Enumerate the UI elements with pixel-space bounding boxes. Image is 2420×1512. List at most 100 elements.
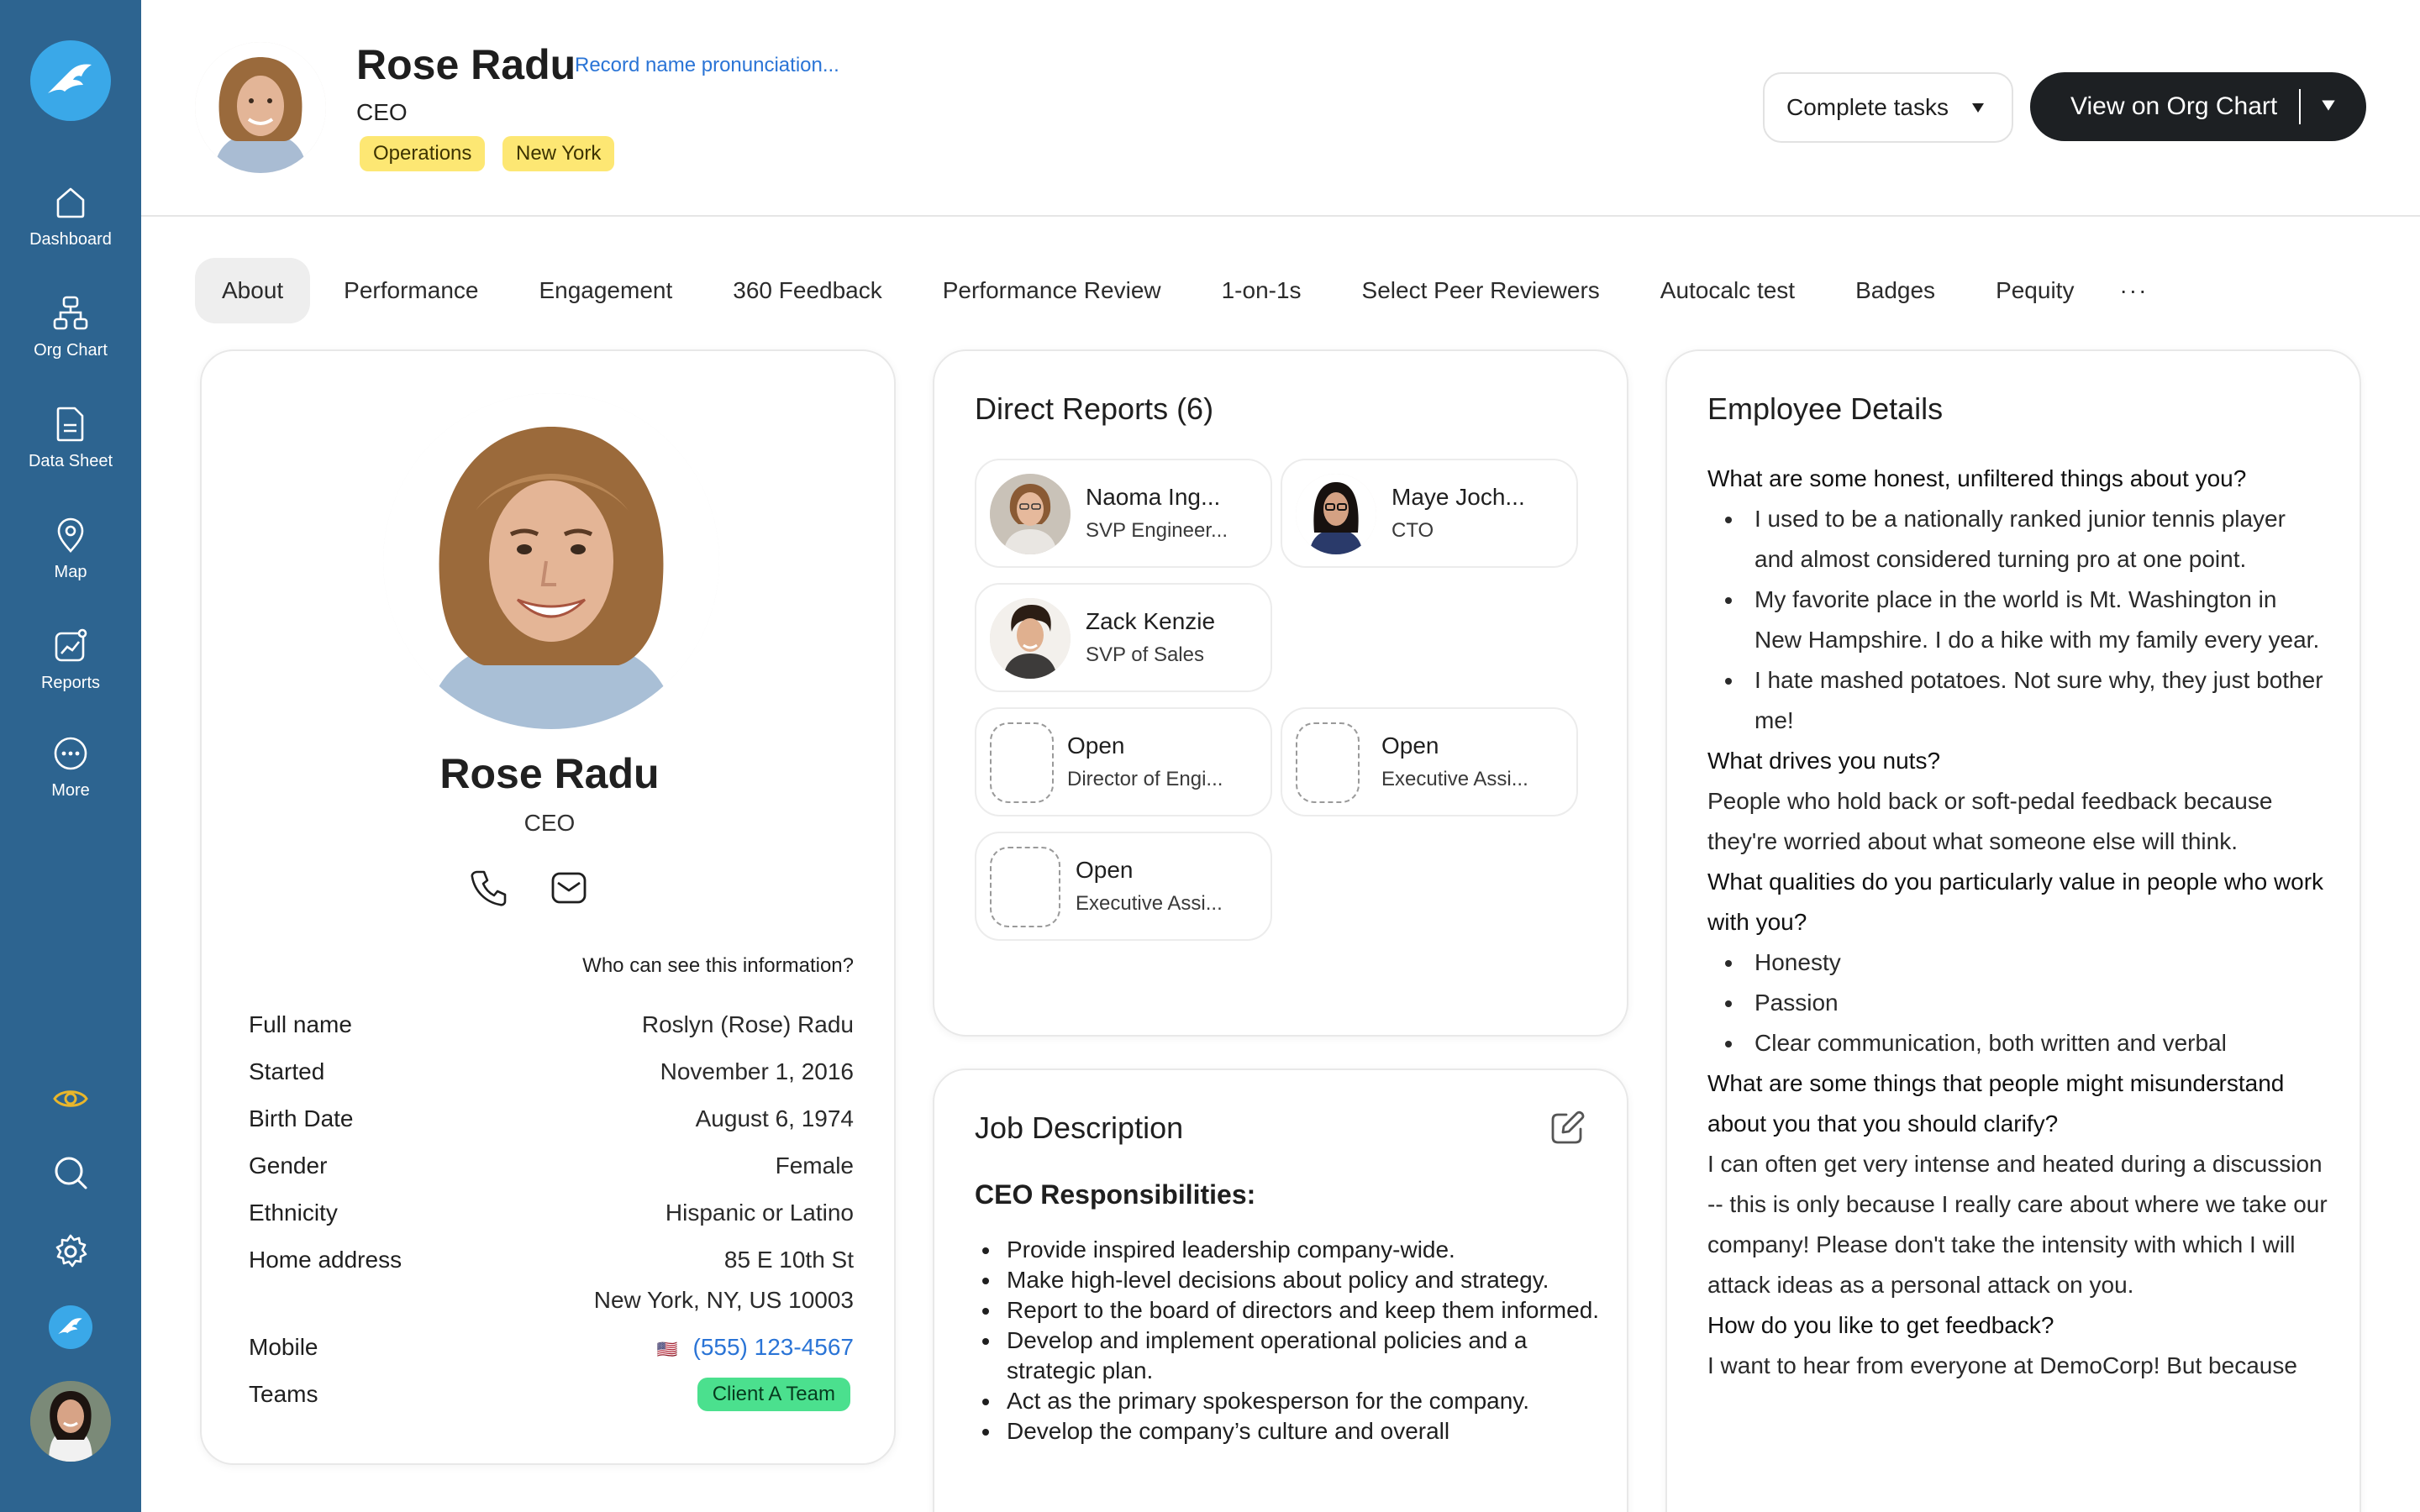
privacy-info-link[interactable]: Who can see this information? bbox=[582, 954, 854, 978]
question: What are some things that people might m… bbox=[1707, 1070, 2285, 1137]
report-role: SVP Engineer... bbox=[1086, 519, 1228, 542]
email-icon[interactable] bbox=[548, 867, 590, 909]
sidebar-item-data-sheet[interactable]: Data Sheet bbox=[0, 405, 141, 471]
employee-name: Rose Radu bbox=[356, 41, 576, 88]
home-icon bbox=[56, 187, 85, 218]
reports-icon bbox=[55, 628, 87, 662]
open-position-card[interactable]: Open Director of Engi... bbox=[975, 707, 1272, 816]
direct-reports-card: Direct Reports (6) Naoma Ing... SVP Engi… bbox=[933, 349, 1628, 1037]
caret-down-icon[interactable] bbox=[2319, 96, 2338, 114]
view-org-chart-button[interactable]: View on Org Chart bbox=[2030, 72, 2366, 141]
button-divider bbox=[2299, 89, 2301, 124]
list-item: Develop the company’s culture and overal… bbox=[1002, 1416, 1607, 1446]
open-position-card[interactable]: Open Executive Assi... bbox=[1281, 707, 1578, 816]
sidebar-item-org-chart[interactable]: Org Chart bbox=[0, 294, 141, 360]
list-item: Make high-level decisions about policy a… bbox=[1002, 1265, 1607, 1295]
org-chart-icon bbox=[53, 296, 88, 330]
answer: I want to hear from everyone at DemoCorp… bbox=[1707, 1352, 2297, 1378]
field-label: Birth Date bbox=[249, 1105, 354, 1131]
sidebar-item-more[interactable]: More bbox=[0, 734, 141, 801]
direct-report-card[interactable]: Maye Joch... CTO bbox=[1281, 459, 1578, 568]
profile-header: Rose Radu Record name pronunciation... C… bbox=[141, 0, 2420, 217]
answer: I can often get very intense and heated … bbox=[1707, 1151, 2328, 1298]
report-name: Open bbox=[1067, 732, 1125, 759]
edit-icon[interactable] bbox=[1548, 1109, 1586, 1147]
profile-title: CEO bbox=[523, 810, 576, 836]
complete-tasks-label: Complete tasks bbox=[1786, 94, 1949, 120]
report-avatar bbox=[990, 474, 1071, 554]
tab-performance[interactable]: Performance bbox=[317, 258, 505, 323]
profile-avatar bbox=[195, 42, 326, 173]
us-flag-icon: 🇺🇸 bbox=[656, 1341, 678, 1359]
employee-details-body: What are some honest, unfiltered things … bbox=[1707, 459, 2329, 1386]
report-role: Executive Assi... bbox=[1076, 892, 1223, 915]
report-role: SVP of Sales bbox=[1086, 643, 1204, 666]
tab-select-peer-reviewers[interactable]: Select Peer Reviewers bbox=[1335, 258, 1627, 323]
direct-report-card[interactable]: Zack Kenzie SVP of Sales bbox=[975, 583, 1272, 692]
record-pronunciation-link[interactable]: Record name pronunciation... bbox=[575, 54, 839, 77]
list-item: I used to be a nationally ranked junior … bbox=[1744, 499, 2329, 580]
list-item: Provide inspired leadership company-wide… bbox=[1002, 1235, 1607, 1265]
open-position-card[interactable]: Open Executive Assi... bbox=[975, 832, 1272, 941]
employee-details-card: Employee Details What are some honest, u… bbox=[1665, 349, 2361, 1512]
field-label: Full name bbox=[249, 1011, 352, 1037]
job-description-title: Job Description bbox=[975, 1110, 1184, 1145]
sidebar-item-map[interactable]: Map bbox=[0, 516, 141, 582]
field-label: Started bbox=[249, 1058, 325, 1084]
tab-360-feedback[interactable]: 360 Feedback bbox=[706, 258, 908, 323]
question: What drives you nuts? bbox=[1707, 748, 1941, 774]
list-item: Honesty bbox=[1744, 942, 2329, 983]
team-badge[interactable]: Client A Team bbox=[697, 1378, 850, 1411]
user-avatar[interactable] bbox=[30, 1381, 111, 1462]
list-item: Develop and implement operational polici… bbox=[1002, 1326, 1607, 1386]
tab-one-on-ones[interactable]: 1-on-1s bbox=[1195, 258, 1328, 323]
app-logo-icon[interactable] bbox=[30, 40, 111, 121]
search-icon[interactable] bbox=[50, 1152, 91, 1193]
direct-report-card[interactable]: Naoma Ing... SVP Engineer... bbox=[975, 459, 1272, 568]
field-value: November 1, 2016 bbox=[660, 1058, 854, 1084]
answer-list: Honesty Passion Clear communication, bot… bbox=[1744, 942, 2329, 1063]
tag-location[interactable]: New York bbox=[502, 136, 615, 171]
job-responsibilities-list: Provide inspired leadership company-wide… bbox=[1002, 1235, 1607, 1446]
field-value: Female bbox=[775, 1152, 854, 1179]
gear-icon[interactable] bbox=[50, 1231, 91, 1272]
tab-autocalc-test[interactable]: Autocalc test bbox=[1634, 258, 1822, 323]
job-subtitle: CEO Responsibilities: bbox=[975, 1179, 1256, 1210]
tab-badges[interactable]: Badges bbox=[1828, 258, 1962, 323]
tab-performance-review[interactable]: Performance Review bbox=[916, 258, 1188, 323]
tab-engagement[interactable]: Engagement bbox=[512, 258, 699, 323]
sidebar-item-label: Data Sheet bbox=[28, 452, 113, 470]
report-name: Maye Joch... bbox=[1392, 484, 1525, 510]
phone-number-link[interactable]: (555) 123-4567 bbox=[693, 1334, 854, 1360]
field-value: Hispanic or Latino bbox=[665, 1200, 854, 1226]
app-logo-icon[interactable] bbox=[49, 1305, 92, 1349]
eye-icon[interactable] bbox=[50, 1079, 91, 1119]
sidebar-item-label: Dashboard bbox=[29, 230, 112, 249]
question: What are some honest, unfiltered things … bbox=[1707, 465, 2247, 491]
sidebar-item-label: More bbox=[51, 781, 90, 800]
employee-title: CEO bbox=[356, 99, 408, 125]
job-description-card: Job Description CEO Responsibilities: Pr… bbox=[933, 1068, 1628, 1512]
list-item: I hate mashed potatoes. Not sure why, th… bbox=[1744, 660, 2329, 741]
tag-department[interactable]: Operations bbox=[360, 136, 486, 171]
report-avatar bbox=[990, 598, 1071, 679]
sidebar-item-reports[interactable]: Reports bbox=[0, 627, 141, 693]
complete-tasks-button[interactable]: Complete tasks bbox=[1763, 72, 2013, 143]
tabs-more-button[interactable]: ··· bbox=[2107, 258, 2160, 323]
field-value: August 6, 1974 bbox=[695, 1105, 854, 1131]
tab-pequity[interactable]: Pequity bbox=[1969, 258, 2101, 323]
tab-about[interactable]: About bbox=[195, 258, 311, 323]
field-label: Mobile bbox=[249, 1334, 318, 1360]
answer: People who hold back or soft-pedal feedb… bbox=[1707, 788, 2273, 854]
field-label: Ethnicity bbox=[249, 1200, 338, 1226]
field-value: 85 E 10th St bbox=[723, 1247, 854, 1273]
answer-list: I used to be a nationally ranked junior … bbox=[1744, 499, 2329, 741]
sidebar-item-label: Org Chart bbox=[34, 341, 108, 360]
profile-photo bbox=[383, 393, 719, 729]
direct-reports-title: Direct Reports (6) bbox=[975, 391, 1214, 426]
field-value: New York, NY, US 10003 bbox=[593, 1287, 854, 1313]
employee-details-title: Employee Details bbox=[1707, 391, 1944, 426]
report-name: Zack Kenzie bbox=[1086, 608, 1216, 634]
phone-icon[interactable] bbox=[467, 867, 509, 909]
sidebar-item-dashboard[interactable]: Dashboard bbox=[0, 183, 141, 249]
